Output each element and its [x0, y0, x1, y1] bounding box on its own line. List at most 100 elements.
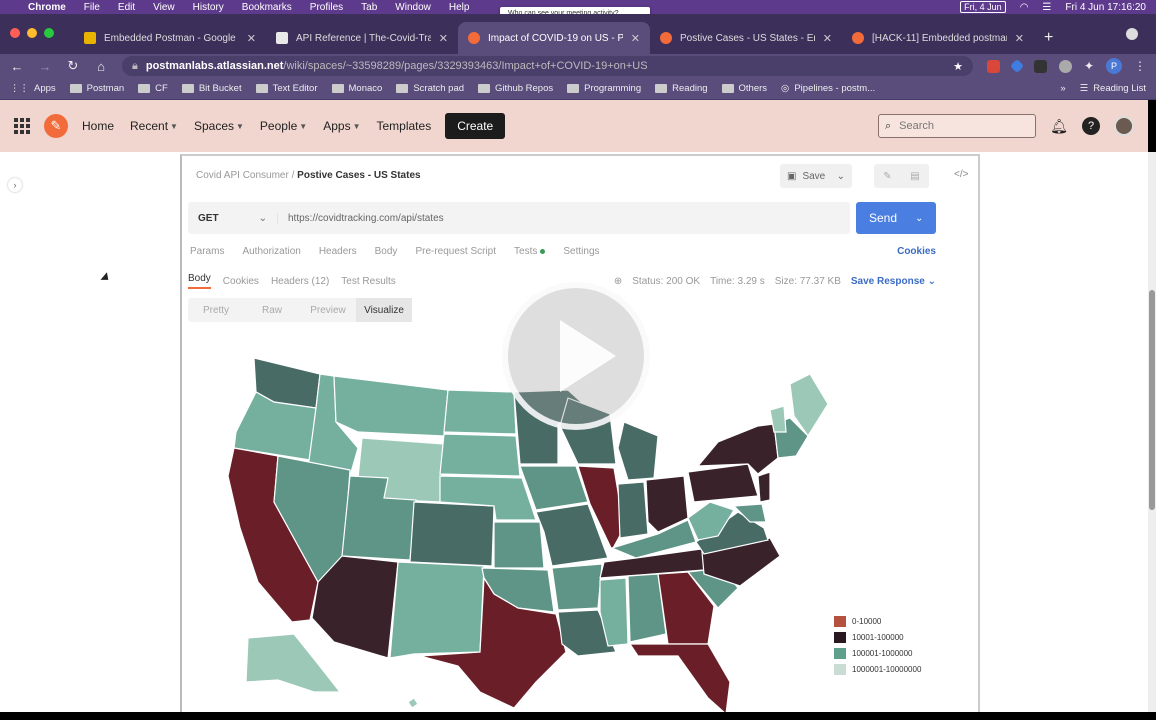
create-button[interactable]: Create	[445, 113, 506, 139]
reload-icon[interactable]: ↻	[66, 58, 80, 74]
cookies-link[interactable]: Cookies	[897, 246, 936, 257]
url-input[interactable]: https://covidtracking.com/api/states	[278, 213, 444, 224]
bookmark-folder[interactable]: Bit Bucket	[181, 83, 242, 94]
kebab-menu-icon[interactable]: ⋮	[1134, 59, 1146, 73]
extension-icon[interactable]	[986, 59, 1000, 73]
save-response-button[interactable]: Save Response ⌄	[851, 276, 936, 287]
view-pretty[interactable]: Pretty	[188, 298, 244, 322]
page-scrollbar[interactable]	[1148, 152, 1156, 712]
menu-view[interactable]: View	[153, 2, 175, 13]
view-raw[interactable]: Raw	[244, 298, 300, 322]
extension-icon[interactable]	[1033, 59, 1047, 73]
state-florida[interactable]	[628, 643, 731, 712]
bookmarks-overflow-icon[interactable]: »	[1060, 83, 1065, 94]
video-play-button[interactable]	[502, 282, 650, 430]
close-window-button[interactable]	[10, 28, 20, 38]
tab-response-body[interactable]: Body	[188, 273, 211, 289]
bookmark-folder[interactable]: CF	[138, 83, 168, 94]
bookmark-folder[interactable]: Programming	[567, 83, 641, 94]
bookmark-folder[interactable]: Scratch pad	[396, 83, 464, 94]
home-icon[interactable]: ⌂	[94, 59, 108, 74]
state-north-dakota[interactable]	[443, 389, 517, 435]
extension-icon[interactable]	[1009, 58, 1025, 74]
time-text[interactable]: Time: 3.29 s	[710, 276, 765, 287]
close-tab-icon[interactable]: ✕	[631, 32, 640, 45]
bookmark-star-icon[interactable]: ★	[953, 60, 963, 73]
state-michigan[interactable]	[617, 421, 659, 481]
chevron-down-icon[interactable]: ⌄	[915, 213, 923, 224]
state-pennsylvania[interactable]	[687, 463, 759, 503]
tab-impact-of-covid[interactable]: Impact of COVID-19 on US - P ✕	[458, 22, 650, 54]
comment-icon[interactable]: ▤	[910, 171, 919, 182]
method-select[interactable]: GET ⌄	[188, 212, 278, 224]
size-text[interactable]: Size: 77.37 KB	[775, 276, 841, 287]
extension-icon[interactable]	[1058, 59, 1072, 73]
bookmark-pipelines[interactable]: ◎ Pipelines - postm...	[781, 83, 875, 94]
date-badge[interactable]: Fri, 4 Jun	[960, 1, 1006, 13]
user-avatar[interactable]	[1114, 116, 1134, 136]
search-input[interactable]: ⌕ Search	[878, 114, 1036, 138]
wifi-icon[interactable]: ◠	[1020, 2, 1029, 13]
forward-arrow-icon[interactable]: →	[38, 59, 52, 74]
scrollbar-thumb[interactable]	[1149, 290, 1155, 510]
menu-bookmarks[interactable]: Bookmarks	[242, 2, 292, 13]
send-button[interactable]: Send ⌄	[856, 202, 936, 234]
state-arkansas[interactable]	[551, 563, 603, 611]
tab-headers[interactable]: Headers	[319, 246, 357, 257]
tab-params[interactable]: Params	[190, 246, 224, 257]
view-visualize[interactable]: Visualize	[356, 298, 412, 322]
back-arrow-icon[interactable]: ←	[10, 59, 24, 74]
clock[interactable]: Fri 4 Jun 17:16:20	[1065, 2, 1146, 13]
tab-embedded-postman[interactable]: Embedded Postman - Google ✕	[74, 22, 266, 54]
tab-hack-11[interactable]: [HACK-11] Embedded postman ✕	[842, 22, 1034, 54]
bookmark-apps[interactable]: ⋮⋮ Apps	[10, 83, 56, 94]
state-indiana[interactable]	[617, 481, 649, 539]
close-tab-icon[interactable]: ✕	[247, 32, 256, 45]
code-snippet-icon[interactable]: </>	[954, 169, 968, 180]
state-new-jersey[interactable]	[757, 471, 771, 503]
bookmark-folder[interactable]: Postman	[69, 83, 124, 94]
state-new-mexico[interactable]	[389, 561, 485, 659]
app-switcher-icon[interactable]	[14, 118, 30, 134]
nav-templates[interactable]: Templates	[377, 119, 432, 133]
tab-test-results[interactable]: Test Results	[341, 276, 395, 287]
menu-help[interactable]: Help	[449, 2, 470, 13]
nav-spaces[interactable]: Spaces ▼	[194, 119, 244, 133]
tab-pre-request-script[interactable]: Pre-request Script	[415, 246, 496, 257]
minimize-window-button[interactable]	[27, 28, 37, 38]
tab-response-headers[interactable]: Headers (12)	[271, 276, 329, 287]
profile-avatar[interactable]: P	[1106, 58, 1122, 74]
zoom-window-button[interactable]	[44, 28, 54, 38]
nav-apps[interactable]: Apps ▼	[323, 119, 360, 133]
menu-window[interactable]: Window	[395, 2, 431, 13]
help-icon[interactable]: ?	[1082, 117, 1100, 135]
close-tab-icon[interactable]: ✕	[1015, 32, 1024, 45]
notifications-bell-icon[interactable]: 🔔︎	[1050, 117, 1068, 135]
tab-api-reference[interactable]: API Reference | The-Covid-Tra ✕	[266, 22, 458, 54]
bookmark-folder[interactable]: Monaco	[331, 83, 382, 94]
tab-positive-cases[interactable]: Postive Cases - US States - Em ✕	[650, 22, 842, 54]
state-south-dakota[interactable]	[439, 433, 521, 477]
state-hawaii[interactable]	[407, 697, 419, 709]
new-tab-button[interactable]: +	[1044, 29, 1053, 47]
menu-file[interactable]: File	[84, 2, 100, 13]
tab-authorization[interactable]: Authorization	[242, 246, 300, 257]
tab-body[interactable]: Body	[375, 246, 398, 257]
state-alaska[interactable]	[245, 633, 342, 693]
nav-recent[interactable]: Recent ▼	[130, 119, 178, 133]
menu-history[interactable]: History	[193, 2, 224, 13]
menu-edit[interactable]: Edit	[118, 2, 135, 13]
state-colorado[interactable]	[409, 501, 495, 567]
menu-profiles[interactable]: Profiles	[310, 2, 343, 13]
tab-tests[interactable]: Tests	[514, 246, 546, 257]
nav-home[interactable]: Home	[82, 119, 114, 133]
bookmark-folder[interactable]: Text Editor	[255, 83, 318, 94]
puzzle-icon[interactable]: ✦	[1084, 59, 1094, 73]
address-bar[interactable]: 🔒︎ postmanlabs.atlassian.net/wiki/spaces…	[122, 56, 973, 76]
breadcrumb-collection[interactable]: Covid API Consumer	[196, 170, 289, 181]
bookmark-folder[interactable]: Others	[721, 83, 767, 94]
tab-search-icon[interactable]	[1126, 28, 1138, 40]
close-tab-icon[interactable]: ✕	[439, 32, 448, 45]
tab-response-cookies[interactable]: Cookies	[223, 276, 259, 287]
chevron-down-icon[interactable]: ⌄	[837, 171, 845, 182]
